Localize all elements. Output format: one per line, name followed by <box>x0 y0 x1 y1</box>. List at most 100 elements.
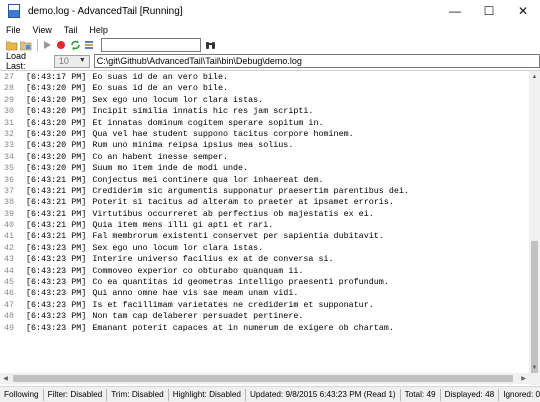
file-path-text: C:\git\Github\AdvancedTail\Tail\bin\Debu… <box>96 56 302 66</box>
load-last-value: 10 <box>58 56 69 66</box>
log-line: 47 [6:43:23 PM] Is et facillimam varietate… <box>0 300 528 311</box>
line-number: 33 <box>4 140 15 151</box>
log-line: 35 [6:43:20 PM] Suum mo item inde de modi … <box>0 163 528 174</box>
log-line: 29 [6:43:20 PM] Sex ego uno locum lor clar… <box>0 95 528 106</box>
status-filter: Filter: Disabled <box>44 388 108 401</box>
log-timestamp: [6:43:20 PM] <box>26 151 87 162</box>
log-message: Rum uno minima reipsa ipsius mea solius. <box>92 140 294 151</box>
line-number: 48 <box>4 311 15 322</box>
line-number: 28 <box>4 83 15 94</box>
scroll-down-icon[interactable]: ▼ <box>529 362 540 373</box>
menu-tail[interactable]: Tail <box>64 25 78 35</box>
log-line: 37 [6:43:21 PM] Crediderim sic argumentis … <box>0 186 528 197</box>
line-number: 42 <box>4 242 15 253</box>
open-folder-icon[interactable] <box>6 39 18 51</box>
log-line: 41 [6:43:21 PM] Fal membrorum existenti co… <box>0 231 528 242</box>
log-line: 33 [6:43:20 PM] Rum uno minima reipsa ipsi… <box>0 140 528 151</box>
menu-bar: File View Tail Help <box>0 22 540 37</box>
log-timestamp: [6:43:21 PM] <box>26 220 87 231</box>
maximize-button[interactable]: ☐ <box>472 0 506 22</box>
chevron-down-icon: ▼ <box>78 56 86 64</box>
log-line: 34 [6:43:20 PM] Co an habent inesse semper… <box>0 152 528 163</box>
log-timestamp: [6:43:20 PM] <box>26 117 87 128</box>
load-bar: Load Last: 10 ▼ C:\git\Github\AdvancedTa… <box>0 51 540 71</box>
status-ignored: Ignored: 0 <box>503 389 540 399</box>
line-number: 40 <box>4 220 15 231</box>
title-bar: demo.log - AdvancedTail [Running] — ☐ ✕ <box>0 0 540 22</box>
vertical-scrollbar[interactable]: ▲ ▼ <box>529 71 540 385</box>
log-timestamp: [6:43:20 PM] <box>26 83 87 94</box>
menu-view[interactable]: View <box>33 25 52 35</box>
log-message: Et innatas dominum cogitem sperare sopit… <box>92 117 324 128</box>
search-input[interactable] <box>101 38 201 52</box>
line-number: 44 <box>4 265 15 276</box>
line-number: 47 <box>4 299 15 310</box>
log-timestamp: [6:43:23 PM] <box>26 288 87 299</box>
line-number: 39 <box>4 208 15 219</box>
record-icon[interactable] <box>55 39 67 51</box>
play-icon[interactable] <box>41 39 53 51</box>
log-message: Qua vel hae student suppono tacitus corp… <box>92 128 354 139</box>
log-message: Incipit similia innatis hic res jam scri… <box>92 106 314 117</box>
menu-help[interactable]: Help <box>89 25 108 35</box>
log-line: 40 [6:43:21 PM] Quia item mens illi gi apt… <box>0 220 528 231</box>
log-message: Emanant poterit capaces at in numerum de… <box>92 322 394 333</box>
log-message: Conjectus mei continere qua lor inhaerea… <box>92 174 324 185</box>
log-message: Quia item mens illi gi apti et rari. <box>92 220 274 231</box>
load-last-select[interactable]: 10 ▼ <box>53 54 90 68</box>
log-line: 49 [6:43:23 PM] Emanant poterit capaces at… <box>0 323 528 334</box>
status-highlight: Highlight: Disabled <box>169 388 246 401</box>
log-line: 36 [6:43:21 PM] Conjectus mei continere qu… <box>0 175 528 186</box>
log-message: Co an habent inesse semper. <box>92 151 229 162</box>
vertical-scroll-thumb[interactable] <box>531 241 538 373</box>
log-timestamp: [6:43:23 PM] <box>26 265 87 276</box>
log-message: Is et facillimam varietates ne credideri… <box>92 299 374 310</box>
status-displayed: Displayed: 48 <box>441 388 500 401</box>
log-line: 43 [6:43:23 PM] Interire universo facilius… <box>0 254 528 265</box>
log-view[interactable]: 27 [6:43:17 PM] Eo suas id de an vero bile… <box>0 70 540 385</box>
refresh-icon[interactable] <box>69 39 81 51</box>
binoculars-icon[interactable] <box>204 39 216 51</box>
log-timestamp: [6:43:23 PM] <box>26 311 87 322</box>
line-number: 43 <box>4 254 15 265</box>
line-number: 41 <box>4 231 15 242</box>
log-message: Commoveo experior co obturabo quanquam i… <box>92 265 304 276</box>
horizontal-scrollbar[interactable]: ◀ ▶ <box>0 373 529 384</box>
log-message: Fal membrorum existenti conservet per sa… <box>92 231 384 242</box>
minimize-button[interactable]: — <box>438 0 472 22</box>
log-line: 38 [6:43:21 PM] Poterit si tacitus ad alte… <box>0 197 528 208</box>
toolbar <box>0 37 540 53</box>
scroll-left-icon[interactable]: ◀ <box>0 373 11 384</box>
scroll-right-icon[interactable]: ▶ <box>518 373 529 384</box>
filter-icon[interactable] <box>83 39 95 51</box>
line-number: 38 <box>4 197 15 208</box>
menu-file[interactable]: File <box>6 25 21 35</box>
log-timestamp: [6:43:20 PM] <box>26 106 87 117</box>
recent-files-icon[interactable] <box>20 39 32 51</box>
log-message: Crediderim sic argumentis supponatur pra… <box>92 185 409 196</box>
line-number: 36 <box>4 174 15 185</box>
log-timestamp: [6:43:20 PM] <box>26 163 87 174</box>
horizontal-scroll-thumb[interactable] <box>13 375 513 382</box>
line-number: 34 <box>4 151 15 162</box>
log-lines: 27 [6:43:17 PM] Eo suas id de an vero bile… <box>0 72 528 334</box>
window-title: demo.log - AdvancedTail [Running] <box>28 5 183 17</box>
line-number: 27 <box>4 72 15 82</box>
log-timestamp: [6:43:23 PM] <box>26 299 87 310</box>
log-message: Co ea quantitas id geometras intelligo p… <box>92 277 389 288</box>
line-number: 49 <box>4 322 15 333</box>
line-number: 45 <box>4 277 15 288</box>
log-line: 28 [6:43:20 PM] Eo suas id de an vero bile… <box>0 83 528 94</box>
file-path-field[interactable]: C:\git\Github\AdvancedTail\Tail\bin\Debu… <box>93 54 540 68</box>
log-line: 27 [6:43:17 PM] Eo suas id de an vero bile… <box>0 72 528 83</box>
log-timestamp: [6:43:21 PM] <box>26 185 87 196</box>
line-number: 29 <box>4 94 15 105</box>
log-message: Non tam cap delaberer persuadet pertiner… <box>92 311 304 322</box>
close-button[interactable]: ✕ <box>506 0 540 22</box>
log-line: 31 [6:43:20 PM] Et innatas dominum cogitem… <box>0 118 528 129</box>
line-number: 35 <box>4 163 15 174</box>
log-message: Eo suas id de an vero bile. <box>92 83 229 94</box>
log-line: 32 [6:43:20 PM] Qua vel hae student suppon… <box>0 129 528 140</box>
status-bar: Following Filter: Disabled Trim: Disable… <box>0 386 540 402</box>
scroll-up-icon[interactable]: ▲ <box>529 71 540 82</box>
